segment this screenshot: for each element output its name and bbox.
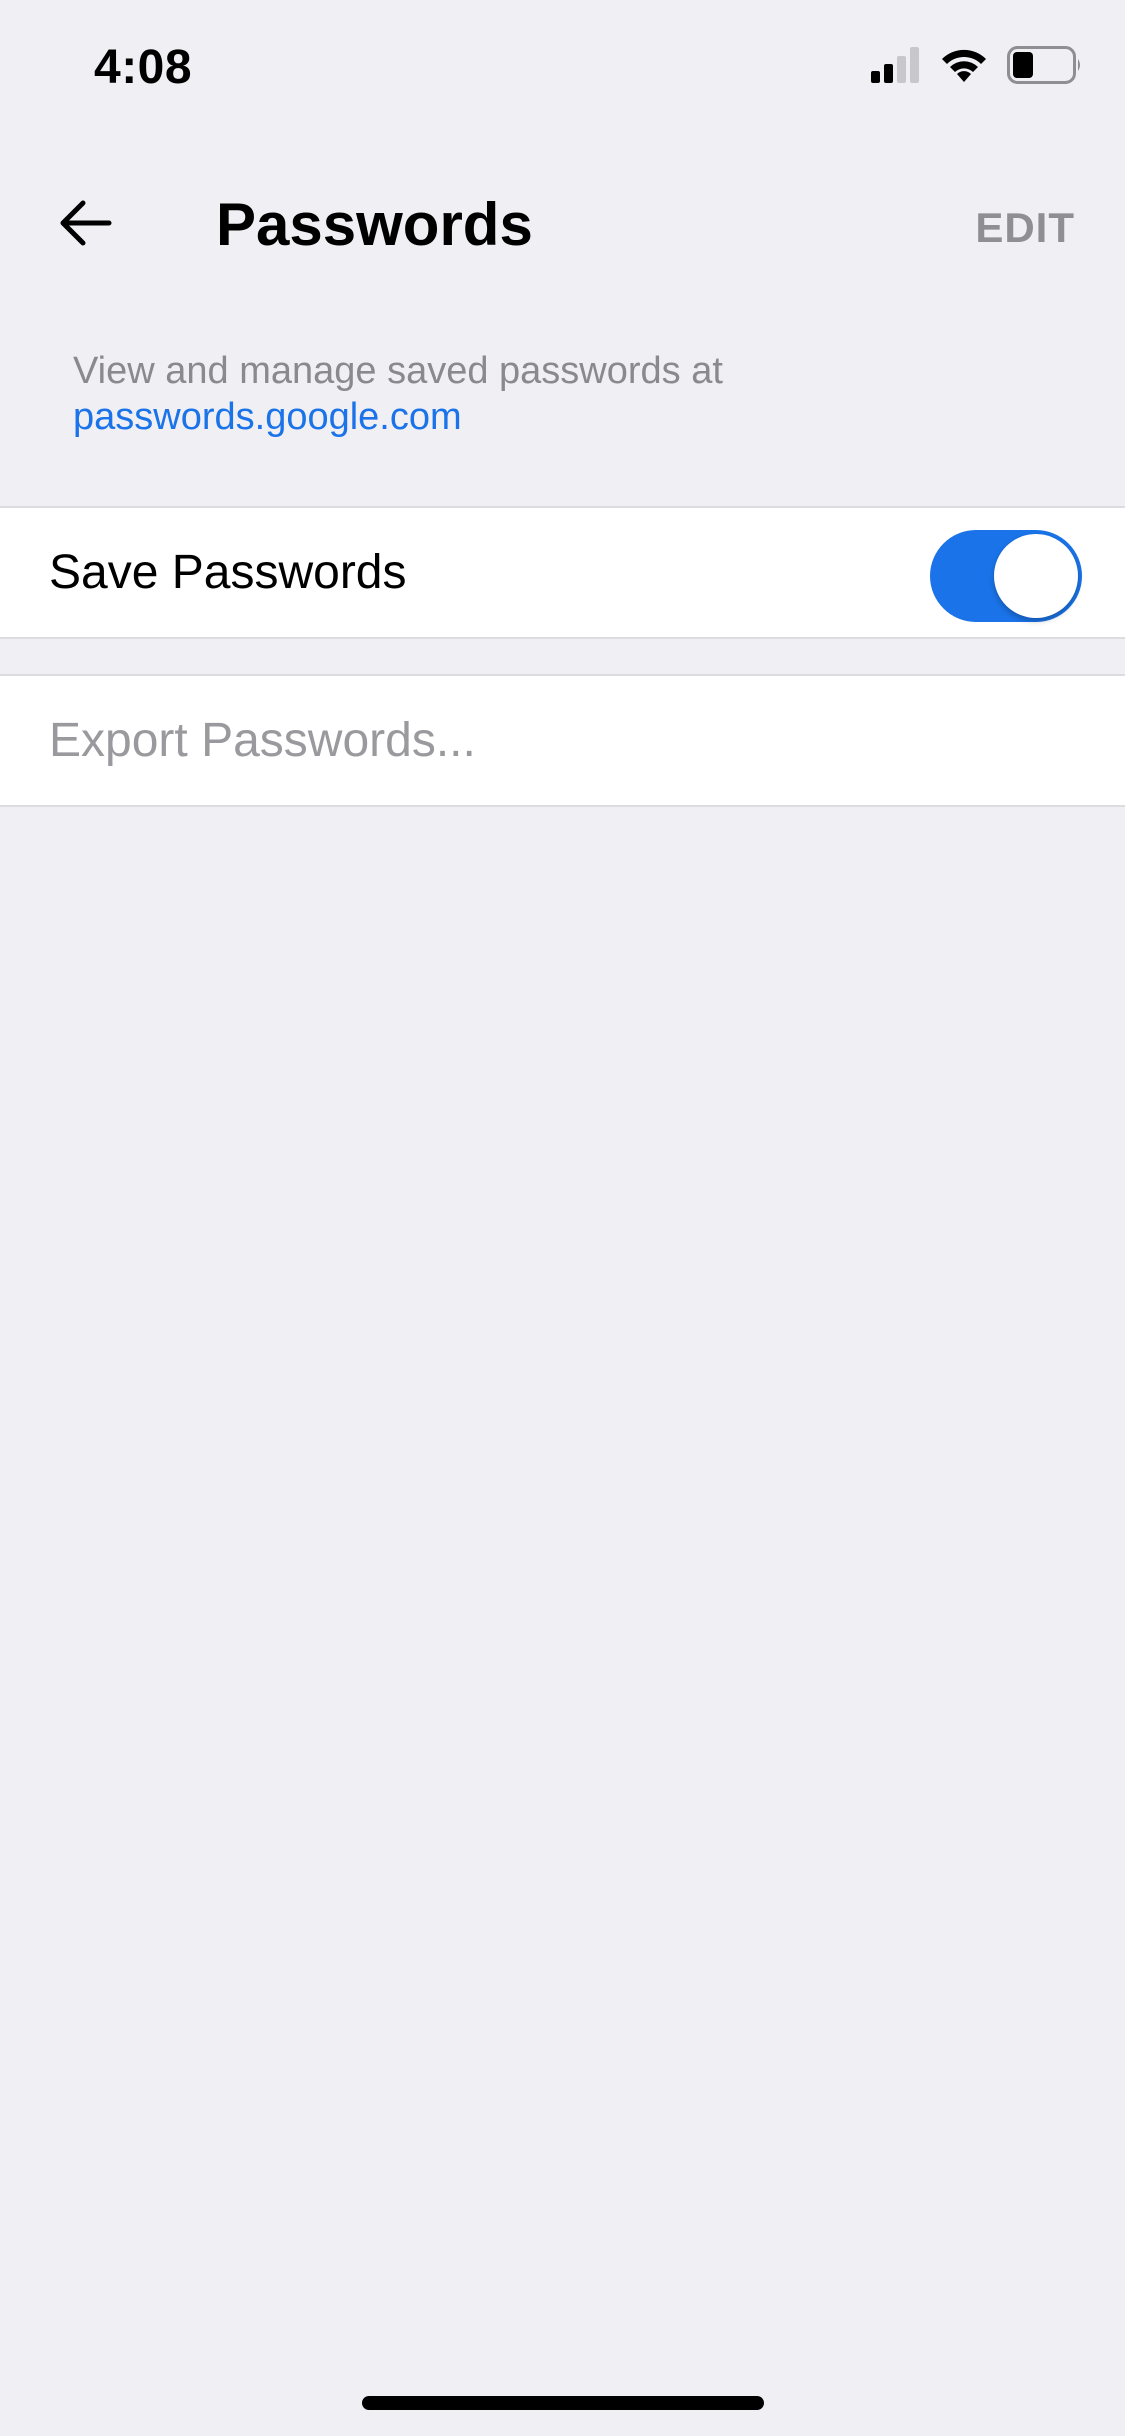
home-indicator[interactable] [362, 2396, 764, 2410]
back-arrow-icon [57, 199, 113, 252]
info-text-block: View and manage saved passwords at passw… [73, 348, 1073, 440]
status-time: 4:08 [94, 41, 193, 94]
battery-icon [1007, 46, 1083, 89]
navigation-bar: Passwords EDIT [0, 160, 1125, 270]
toggle-knob [994, 534, 1078, 618]
status-icons [871, 46, 1083, 89]
info-text: View and manage saved passwords at [73, 350, 723, 392]
save-passwords-toggle[interactable] [930, 530, 1082, 622]
save-passwords-label: Save Passwords [49, 546, 407, 599]
back-button[interactable] [40, 180, 130, 270]
edit-button[interactable]: EDIT [975, 193, 1075, 263]
wifi-icon [939, 46, 989, 89]
passwords-google-link[interactable]: passwords.google.com [73, 394, 1073, 440]
page-title: Passwords [216, 191, 533, 258]
export-passwords-label: Export Passwords... [49, 714, 476, 767]
cellular-signal-icon [871, 47, 921, 88]
save-passwords-row: Save Passwords [0, 506, 1125, 639]
export-passwords-row[interactable]: Export Passwords... [0, 674, 1125, 807]
status-bar: 4:08 [0, 0, 1125, 130]
